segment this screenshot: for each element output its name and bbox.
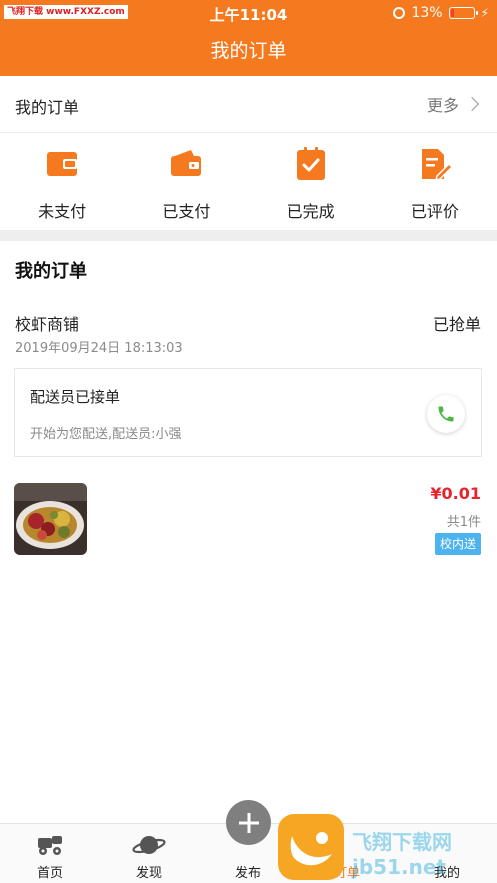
- clipboard-check-icon: [296, 147, 325, 180]
- call-button[interactable]: [427, 395, 465, 433]
- chevron-right-icon: [464, 96, 480, 112]
- product-thumbnail[interactable]: [14, 483, 87, 555]
- order-time: 2019年09月24日 18:13:03: [15, 341, 183, 356]
- charging-icon: ⚡: [480, 6, 489, 20]
- food-plate-image: [14, 483, 87, 555]
- order-quantity: 共1件: [446, 515, 481, 530]
- rotation-lock-icon: [393, 7, 406, 19]
- status-unpaid[interactable]: 未支付: [0, 134, 124, 230]
- status-right: 13% ⚡: [393, 5, 489, 21]
- delivery-card: 配送员已接单 开始为您配送,配送员:小强: [14, 368, 482, 457]
- status-reviewed[interactable]: 已评价: [373, 134, 497, 230]
- phone-icon: [438, 406, 454, 422]
- delivery-type-badge: 校内送: [434, 533, 481, 555]
- status-completed-label: 已完成: [286, 202, 335, 221]
- status-paid[interactable]: 已支付: [124, 134, 248, 230]
- status-reviewed-label: 已评价: [410, 202, 459, 221]
- wallet-icon: [47, 152, 78, 176]
- wallet-open-icon: [171, 150, 202, 176]
- tab-home[interactable]: 首页: [0, 824, 100, 883]
- order-price: ¥0.01: [430, 484, 481, 503]
- publish-button[interactable]: [226, 800, 271, 845]
- plus-icon: [238, 812, 259, 833]
- watermark-logo: [278, 814, 344, 880]
- tab-discover-label: 发现: [135, 866, 162, 881]
- nav-title: 我的订单: [0, 28, 497, 76]
- status-bar: 飞翔下载 www.FXXZ.com 上午11:04 13% ⚡: [0, 0, 497, 28]
- more-link[interactable]: 更多: [426, 92, 480, 116]
- section-title: 我的订单: [15, 261, 87, 282]
- orders-header[interactable]: 我的订单 更多: [0, 78, 497, 133]
- planet-icon: [132, 836, 166, 854]
- watermark-overlay: 飞翔下载网 jb51.net: [352, 830, 452, 879]
- status-paid-label: 已支付: [162, 202, 211, 221]
- status-unpaid-label: 未支付: [38, 202, 87, 221]
- battery-percent: 13%: [411, 5, 443, 21]
- tab-discover[interactable]: 发现: [99, 824, 199, 883]
- orders-header-title: 我的订单: [15, 98, 80, 117]
- home-icon: [38, 836, 62, 855]
- battery-icon: [448, 7, 478, 19]
- delivery-title: 配送员已接单: [30, 388, 121, 406]
- document-edit-icon: [421, 149, 452, 182]
- tab-home-label: 首页: [36, 866, 63, 881]
- shop-name[interactable]: 校虾商铺: [15, 311, 79, 335]
- status-completed[interactable]: 已完成: [249, 134, 373, 230]
- order-status: 已抢单: [432, 315, 481, 334]
- more-label: 更多: [426, 96, 459, 115]
- order-status-shortcuts: 未支付 已支付 已完成 已评价: [0, 134, 497, 230]
- section-divider: [0, 230, 497, 241]
- delivery-subtitle: 开始为您配送,配送员:小强: [30, 427, 182, 442]
